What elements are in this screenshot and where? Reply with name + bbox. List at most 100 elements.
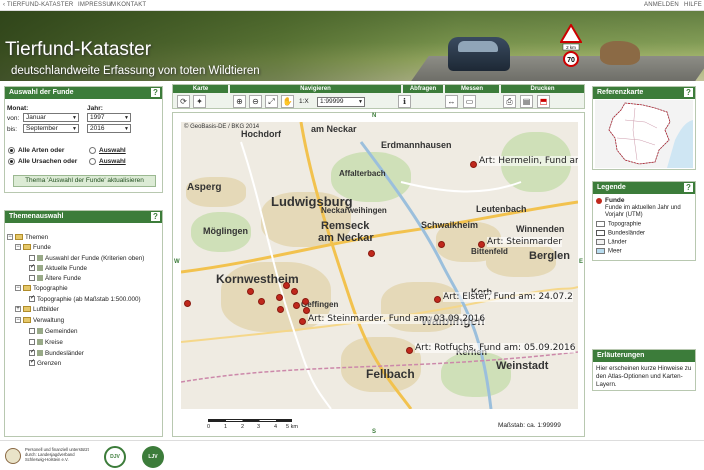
- kontakt-link[interactable]: KONTAKT: [117, 2, 146, 8]
- tree-funde[interactable]: − Funde: [15, 244, 51, 251]
- tierfund-kataster-link[interactable]: ‹ TIERFUND-KATASTER: [3, 2, 73, 8]
- reference-map[interactable]: [595, 100, 693, 168]
- map-toolbar: Karte Navigieren Abfragen Messen Drucken…: [172, 84, 585, 109]
- layer-checkbox[interactable]: [29, 255, 35, 262]
- zoom-in-icon[interactable]: ⊕: [233, 95, 246, 108]
- fund-marker[interactable]: [406, 347, 413, 354]
- layer-checkbox[interactable]: [29, 348, 35, 357]
- collapse-icon[interactable]: −: [15, 317, 21, 324]
- djv-logo[interactable]: DJV: [104, 446, 126, 468]
- legend-funde: Funde: [605, 197, 625, 204]
- tree-label: Luftbilder: [33, 306, 59, 313]
- print-icon[interactable]: ⎙: [503, 95, 516, 108]
- layer-checkbox[interactable]: [29, 294, 35, 303]
- fund-marker[interactable]: [247, 288, 254, 295]
- layer-checkbox[interactable]: [29, 263, 35, 272]
- fund-marker[interactable]: [478, 241, 485, 248]
- bis-jahr-select[interactable]: 2016: [87, 124, 131, 133]
- fund-marker[interactable]: [283, 282, 290, 289]
- layer-checkbox[interactable]: [29, 339, 35, 346]
- bis-monat-select[interactable]: September: [23, 124, 79, 133]
- ursachen-auswahl-link[interactable]: Auswahl: [99, 158, 126, 165]
- zoom-out-icon[interactable]: ⊖: [249, 95, 262, 108]
- fund-marker[interactable]: [368, 250, 375, 257]
- map-canvas[interactable]: © GeoBasis-DE / BKG 2014 Hochdorf am Nec…: [181, 122, 578, 409]
- layer-icon: [37, 255, 43, 262]
- fund-marker[interactable]: [276, 294, 283, 301]
- collapse-icon[interactable]: −: [15, 285, 21, 292]
- alle-ursachen-radio[interactable]: [8, 158, 15, 165]
- measure-distance-icon[interactable]: ↔: [445, 95, 458, 108]
- fund-marker[interactable]: [258, 298, 265, 305]
- zoom-full-icon[interactable]: ⤢: [265, 95, 278, 108]
- header-banner: 2 km 70 Tierfund-Kataster deutschlandwei…: [0, 11, 704, 81]
- measure-area-icon[interactable]: ▭: [463, 95, 476, 108]
- compass-n[interactable]: N: [372, 113, 376, 119]
- tree-verwaltung-item-3[interactable]: Grenzen: [29, 358, 61, 367]
- massstab-text: Maßstab: ca. 1:99999: [498, 422, 561, 429]
- tree-funde-item-1[interactable]: Aktuelle Funde: [29, 263, 87, 272]
- fund-marker[interactable]: [299, 318, 306, 325]
- tree-funde-item-2[interactable]: Ältere Funde: [29, 275, 81, 282]
- place-label: Leutenbach: [476, 204, 527, 214]
- print-preview-icon[interactable]: ▤: [520, 95, 533, 108]
- help-icon[interactable]: ?: [684, 183, 693, 192]
- top-nav-bar: ‹ TIERFUND-KATASTER IMPRESSUM / KONTAKT …: [0, 0, 704, 11]
- tree-topographie[interactable]: − Topographie: [15, 285, 68, 292]
- tree-luftbilder[interactable]: + Luftbilder: [15, 306, 59, 313]
- tree-label: Gemeinden: [45, 328, 78, 335]
- von-monat-select[interactable]: Januar: [23, 113, 79, 122]
- erlaeuterungen-panel-header: Erläuterungen: [593, 350, 695, 362]
- layer-map-icon[interactable]: ✦: [193, 95, 206, 108]
- arten-auswahl-radio[interactable]: [89, 147, 96, 154]
- arten-auswahl-link[interactable]: Auswahl: [99, 147, 126, 154]
- pan-hand-icon[interactable]: ✋: [281, 95, 294, 108]
- tree-themen[interactable]: − Themen: [7, 234, 48, 241]
- fund-marker[interactable]: [293, 302, 300, 309]
- layer-checkbox[interactable]: [29, 328, 35, 335]
- help-icon[interactable]: ?: [151, 88, 160, 97]
- place-label: Neckarweihingen: [321, 206, 387, 215]
- layer-checkbox[interactable]: [29, 275, 35, 282]
- tree-verwaltung-item-1[interactable]: Kreise: [29, 339, 63, 346]
- update-thema-button[interactable]: Thema 'Auswahl der Funde' aktualisieren: [13, 175, 156, 187]
- info-query-icon[interactable]: ℹ: [398, 95, 411, 108]
- anmelden-link[interactable]: ANMELDEN: [644, 2, 679, 8]
- expand-icon[interactable]: +: [15, 306, 21, 313]
- tree-verwaltung[interactable]: − Verwaltung: [15, 317, 64, 324]
- place-label: Fellbach: [366, 367, 415, 381]
- collapse-icon[interactable]: −: [15, 244, 21, 251]
- help-icon[interactable]: ?: [151, 212, 160, 221]
- layer-checkbox[interactable]: [29, 358, 35, 367]
- legende-panel-title: Legende: [597, 184, 626, 191]
- fund-marker[interactable]: [277, 306, 284, 313]
- ursachen-auswahl-radio[interactable]: [89, 158, 96, 165]
- fund-marker[interactable]: [303, 307, 310, 314]
- von-jahr-select[interactable]: 1997: [87, 113, 131, 122]
- fund-marker[interactable]: [302, 298, 309, 305]
- alle-arten-radio[interactable]: [8, 147, 15, 154]
- compass-e[interactable]: E: [579, 259, 583, 265]
- fund-marker[interactable]: [434, 296, 441, 303]
- compass-w[interactable]: W: [174, 259, 180, 265]
- collapse-icon[interactable]: −: [7, 234, 13, 241]
- fund-marker[interactable]: [184, 300, 191, 307]
- fund-marker[interactable]: [438, 241, 445, 248]
- fund-marker[interactable]: [291, 288, 298, 295]
- help-icon[interactable]: ?: [684, 88, 693, 97]
- pdf-icon[interactable]: ⬒: [537, 95, 550, 108]
- tree-topo-item[interactable]: Topographie (ab Maßstab 1:500.000): [29, 294, 141, 303]
- scale-tick: 5 km: [286, 424, 298, 430]
- tree-verwaltung-item-0[interactable]: Gemeinden: [29, 328, 78, 335]
- ljv-logo[interactable]: LJV: [142, 446, 164, 468]
- tree-funde-item-0[interactable]: Auswahl der Funde (Kriterien oben): [29, 255, 144, 262]
- scale-select[interactable]: 1:99999: [317, 97, 365, 107]
- hilfe-link[interactable]: HILFE: [684, 2, 702, 8]
- refresh-map-icon[interactable]: ⟳: [177, 95, 190, 108]
- tree-verwaltung-item-2[interactable]: Bundesländer: [29, 348, 84, 357]
- compass-s[interactable]: S: [372, 429, 376, 435]
- map-panel: N S W E © GeoBasis-DE / BKG 2014 Hochdor…: [172, 112, 585, 437]
- deer-image: [600, 41, 640, 65]
- fund-marker[interactable]: [470, 161, 477, 168]
- svg-text:70: 70: [567, 57, 575, 64]
